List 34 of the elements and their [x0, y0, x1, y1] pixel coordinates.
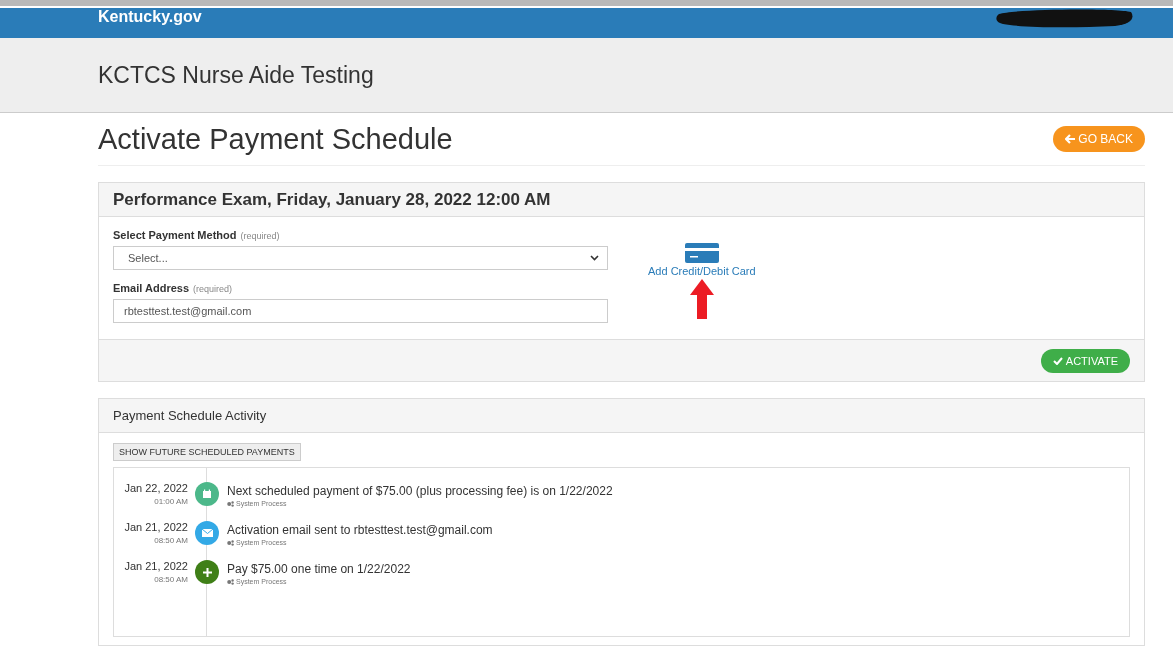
arrow-up-icon: [689, 279, 714, 319]
plus-icon: [202, 567, 212, 577]
panel-heading: Payment Schedule Activity: [113, 408, 267, 423]
activity-date: Jan 21, 2022: [123, 521, 188, 533]
calendar-icon: [202, 489, 212, 499]
gears-icon: [227, 539, 234, 546]
email-field[interactable]: rbtesttest.test@gmail.com: [113, 299, 608, 323]
gears-icon: [227, 578, 234, 585]
activity-date: Jan 21, 2022: [123, 560, 188, 572]
add-card-link[interactable]: Add Credit/Debit Card: [648, 265, 756, 277]
activity-message: Activation email sent to rbtesttest.test@gmail.com: [227, 523, 493, 537]
chevron-down-icon: [590, 255, 599, 261]
envelope-icon: [201, 529, 213, 537]
gears-icon: [227, 500, 234, 507]
site-title: KCTCS Nurse Aide Testing: [98, 61, 374, 89]
show-future-payments-button[interactable]: SHOW FUTURE SCHEDULED PAYMENTS: [113, 443, 301, 461]
credit-card-icon: [684, 243, 719, 263]
page-title: Activate Payment Schedule: [98, 122, 453, 156]
activity-time: 08:50 AM: [153, 575, 188, 584]
activity-message: Next scheduled payment of $75.00 (plus processing fee) is on 1/22/2022: [227, 484, 613, 498]
arrow-left-icon: [1065, 134, 1076, 144]
site-logo[interactable]: Kentucky.gov: [98, 8, 202, 26]
payment-method-dropdown[interactable]: Select...: [113, 246, 608, 270]
required-hint: (required): [193, 284, 233, 294]
field-label: Email Address: [113, 282, 189, 294]
field-label: Select Payment Method: [113, 229, 237, 241]
required-hint: (required): [240, 231, 280, 241]
activity-date: Jan 22, 2022: [123, 482, 188, 494]
checkmark-icon: [1052, 356, 1063, 365]
activity-time: 01:00 AM: [153, 497, 188, 506]
activity-time: 08:50 AM: [153, 536, 188, 545]
panel-heading: Performance Exam, Friday, January 28, 2022 12:00 AM: [113, 189, 551, 210]
activate-button[interactable]: ACTIVATE: [1040, 348, 1130, 373]
activity-message: Pay $75.00 one time on 1/22/2022: [227, 562, 411, 576]
